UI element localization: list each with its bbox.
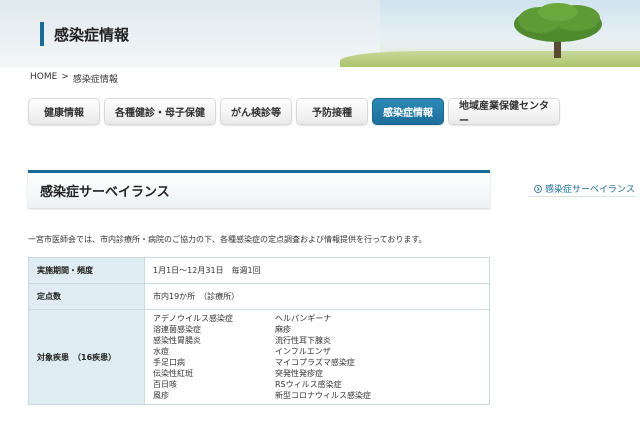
disease-item: 溶連菌感染症 bbox=[153, 325, 201, 334]
table-value-cell: アデノウイルス感染症 溶連菌感染症 感染性胃腸炎 水痘 手足口病 伝染性紅斑 百… bbox=[144, 309, 490, 405]
disease-item: RSウィルス感染症 bbox=[275, 380, 342, 389]
breadcrumb: HOME > 感染症情報 bbox=[30, 72, 118, 85]
disease-item: 手足口病 bbox=[153, 358, 185, 367]
section-title: 感染症サーベイランス bbox=[40, 185, 170, 200]
disease-item: マイコプラズマ感染症 bbox=[275, 358, 355, 367]
disease-item: 百日咳 bbox=[153, 380, 177, 389]
disease-list: アデノウイルス感染症 溶連菌感染症 感染性胃腸炎 水痘 手足口病 伝染性紅斑 百… bbox=[153, 310, 489, 404]
chevron-right-icon bbox=[534, 184, 542, 193]
breadcrumb-separator: > bbox=[61, 72, 69, 82]
disease-item: アデノウイルス感染症 bbox=[153, 314, 233, 323]
disease-item: インフルエンザ bbox=[275, 347, 331, 356]
table-value-cell: 1月1日～12月31日 毎週1回 bbox=[144, 257, 490, 284]
disease-column-2: ヘルパンギーナ 麻疹 流行性耳下腺炎 インフルエンザ マイコプラズマ感染症 突発… bbox=[275, 313, 383, 401]
breadcrumb-current: 感染症情報 bbox=[72, 75, 118, 85]
table-value-cell: 市内19か所 （診療所） bbox=[144, 283, 490, 310]
nav-item-occupational-health[interactable]: 地域産業保健センター bbox=[448, 98, 560, 127]
table-row: 定点数 市内19か所 （診療所） bbox=[28, 283, 490, 310]
section-heading: 感染症サーベイランス bbox=[28, 170, 490, 208]
nav-item-vaccination[interactable]: 予防接種 bbox=[296, 98, 368, 125]
page-title: 感染症情報 bbox=[54, 25, 130, 44]
disease-item: 新型コロナウィルス感染症 bbox=[275, 391, 371, 400]
table-row: 対象疾患 （16疾患） アデノウイルス感染症 溶連菌感染症 感染性胃腸炎 水痘 … bbox=[28, 309, 490, 405]
main-nav: 健康情報 各種健診・母子保健 がん検診等 予防接種 感染症情報 地域産業保健セン… bbox=[28, 98, 560, 127]
nav-item-checkups[interactable]: 各種健診・母子保健 bbox=[104, 98, 216, 125]
nav-item-infection-info[interactable]: 感染症情報 bbox=[372, 98, 444, 125]
tree-illustration bbox=[514, 3, 602, 58]
table-header-cell: 定点数 bbox=[28, 283, 145, 310]
breadcrumb-home-link[interactable]: HOME bbox=[30, 72, 57, 85]
disease-column-1: アデノウイルス感染症 溶連菌感染症 感染性胃腸炎 水痘 手足口病 伝染性紅斑 百… bbox=[153, 313, 261, 401]
disease-item: 突発性発疹症 bbox=[275, 369, 323, 378]
disease-item: 感染性胃腸炎 bbox=[153, 336, 201, 345]
table-row: 実施期間・頻度 1月1日～12月31日 毎週1回 bbox=[28, 257, 490, 284]
side-link-surveillance[interactable]: 感染症サーベイランス bbox=[534, 182, 635, 195]
table-header-cell: 実施期間・頻度 bbox=[28, 257, 145, 284]
disease-item: 伝染性紅斑 bbox=[153, 369, 193, 378]
disease-item: 水痘 bbox=[153, 347, 169, 356]
disease-item: 麻疹 bbox=[275, 325, 291, 334]
disease-item: ヘルパンギーナ bbox=[275, 314, 332, 323]
side-link-label: 感染症サーベイランス bbox=[545, 185, 635, 195]
table-header-cell: 対象疾患 （16疾患） bbox=[28, 309, 145, 405]
intro-text: 一宮市医師会では、市内診療所・病院のご協力の下、各種感染症の定点調査および情報提… bbox=[28, 235, 427, 244]
disease-item: 流行性耳下腺炎 bbox=[275, 336, 331, 345]
title-accent-bar bbox=[40, 22, 44, 46]
nav-item-cancer-screening[interactable]: がん検診等 bbox=[220, 98, 292, 125]
surveillance-table: 実施期間・頻度 1月1日～12月31日 毎週1回 定点数 市内19か所 （診療所… bbox=[28, 257, 490, 405]
header-banner: 感染症情報 bbox=[0, 0, 640, 67]
disease-item: 風疹 bbox=[153, 391, 169, 400]
side-divider bbox=[528, 196, 636, 197]
nav-item-health-info[interactable]: 健康情報 bbox=[28, 98, 100, 125]
